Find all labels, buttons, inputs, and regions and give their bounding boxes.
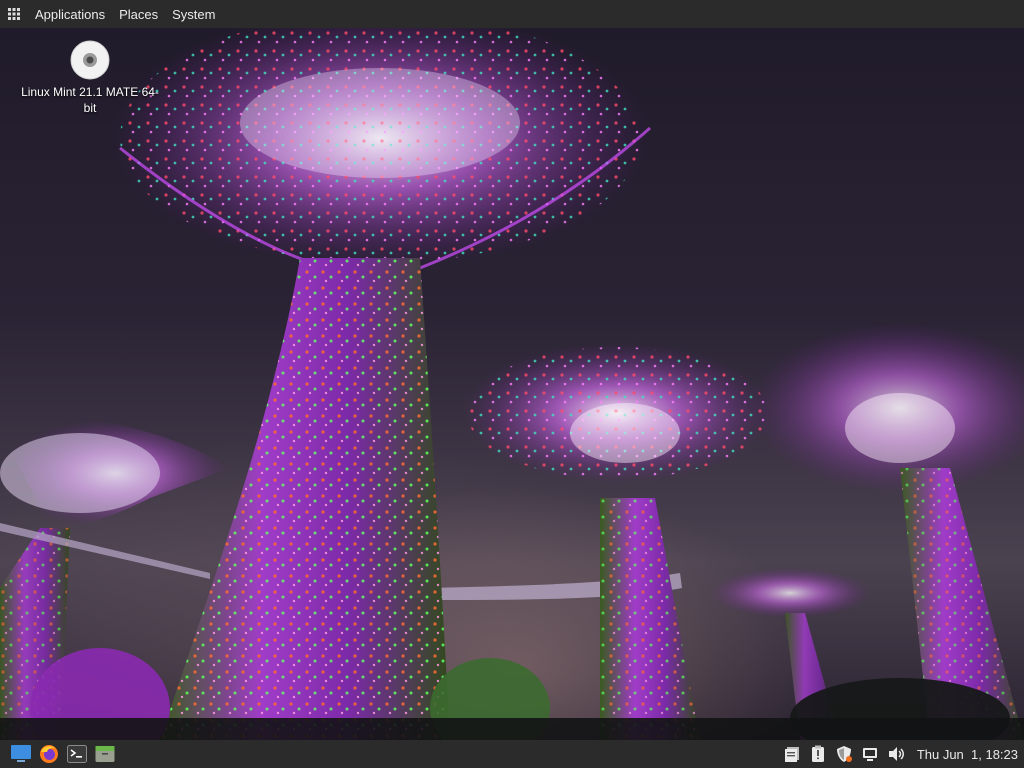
shield-icon[interactable] (833, 743, 855, 765)
desktop-icon-install[interactable]: Linux Mint 21.1 MATE 64-bit (20, 38, 160, 116)
update-manager-icon[interactable] (807, 743, 829, 765)
system-tray: Thu Jun 1, 18:23 (781, 740, 1024, 768)
menu-applications[interactable]: Applications (28, 0, 112, 28)
clock[interactable]: Thu Jun 1, 18:23 (917, 747, 1018, 762)
app-grid-icon[interactable] (0, 0, 28, 28)
network-icon[interactable] (859, 743, 881, 765)
show-desktop-icon[interactable] (8, 741, 34, 767)
clipboard-icon[interactable] (781, 743, 803, 765)
bottom-panel: Thu Jun 1, 18:23 (0, 740, 1024, 768)
desktop-icon-label: Linux Mint 21.1 MATE 64-bit (21, 85, 159, 115)
desktop-screen: Applications Places System Linux Mint 21… (0, 0, 1024, 768)
firefox-icon[interactable] (36, 741, 62, 767)
file-manager-icon[interactable] (92, 741, 118, 767)
wallpaper-art (0, 8, 1024, 768)
menu-system[interactable]: System (165, 0, 222, 28)
volume-icon[interactable] (885, 743, 907, 765)
terminal-icon[interactable] (64, 741, 90, 767)
top-panel: Applications Places System (0, 0, 1024, 28)
wallpaper (0, 8, 1024, 768)
optical-disc-icon (70, 40, 110, 80)
menu-places[interactable]: Places (112, 0, 165, 28)
